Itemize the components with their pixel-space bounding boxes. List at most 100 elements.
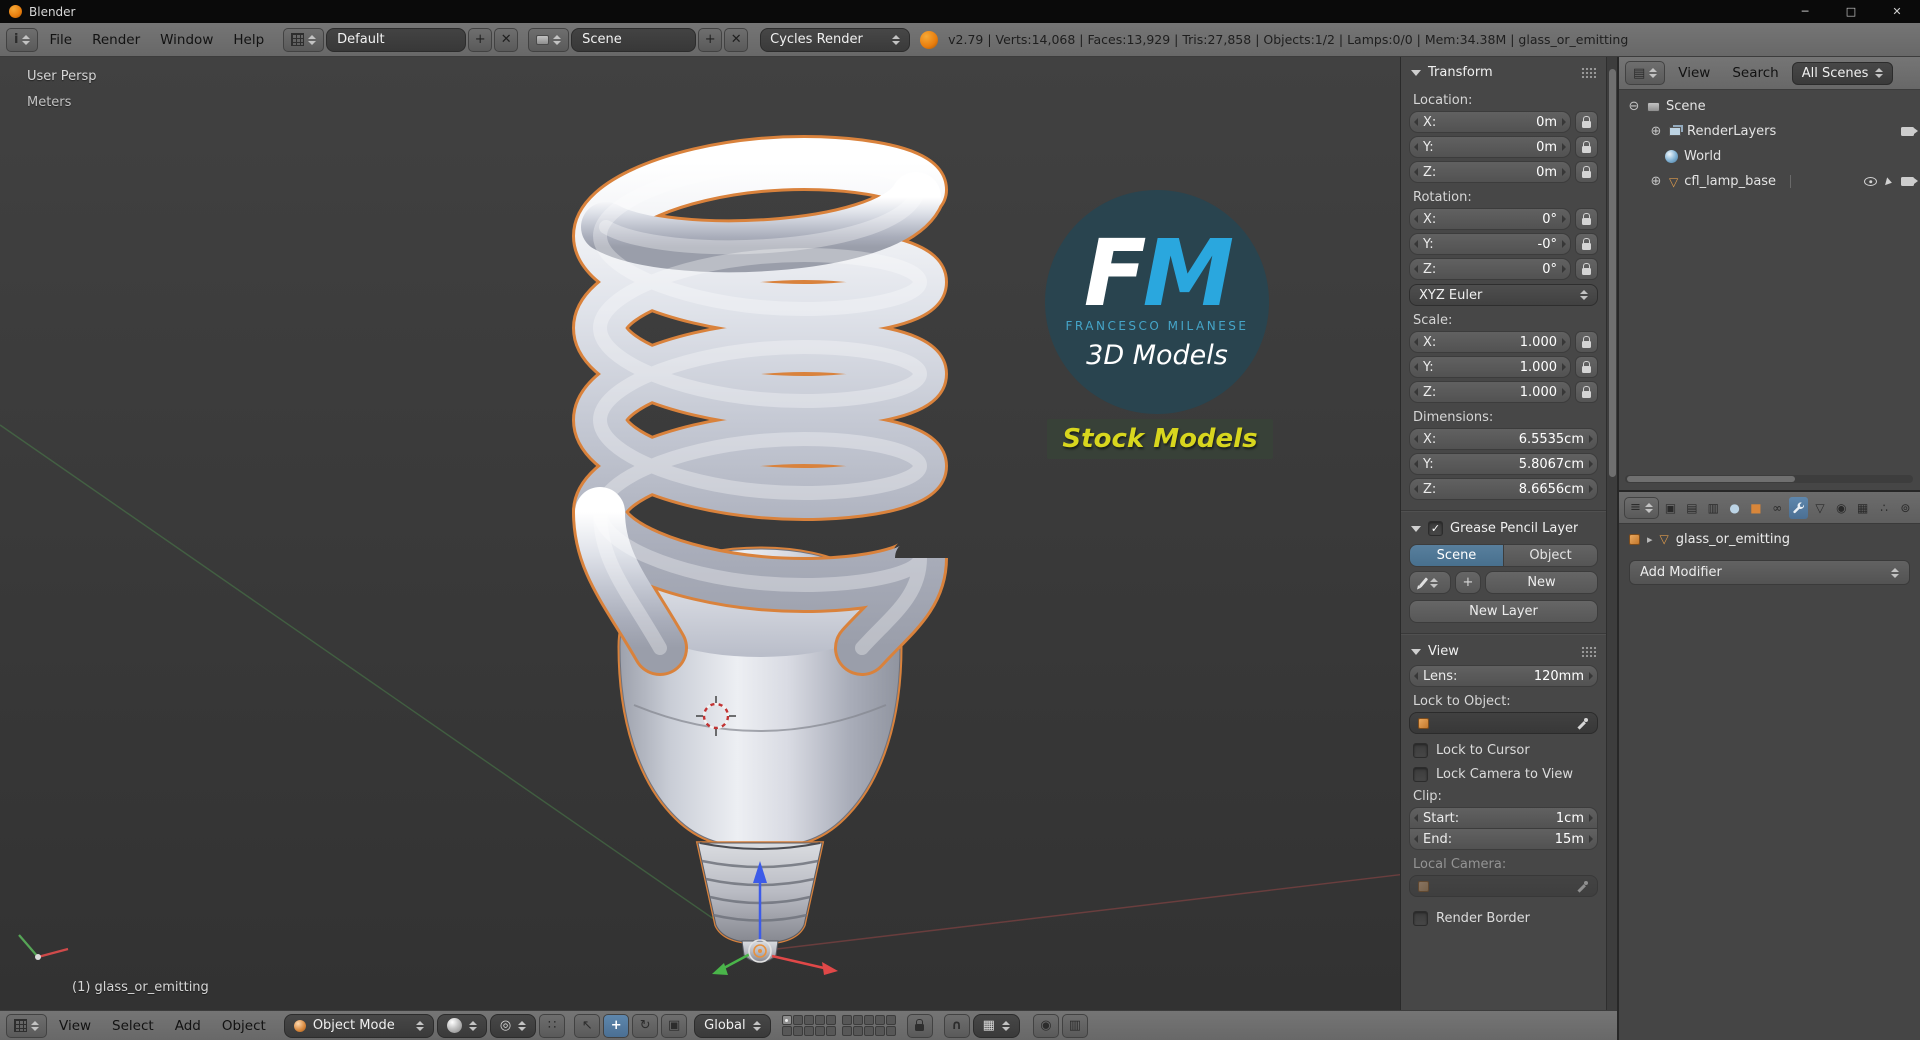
clip-end-field[interactable]: End: 15m xyxy=(1409,828,1598,850)
layer-button[interactable] xyxy=(885,1026,896,1036)
scale-manipulator-button[interactable]: ▣ xyxy=(661,1013,688,1038)
tab-object[interactable]: Object xyxy=(1504,544,1598,567)
menu-view[interactable]: View xyxy=(50,1018,100,1034)
screen-layout-name-field[interactable]: Default xyxy=(326,27,467,52)
layer-button[interactable] xyxy=(803,1026,814,1036)
panel-drag-handle[interactable] xyxy=(1581,646,1596,657)
scrollbar-thumb[interactable] xyxy=(1627,476,1795,482)
layer-button[interactable] xyxy=(863,1015,874,1025)
rotation-y-field[interactable]: Y: -0° xyxy=(1409,233,1571,255)
lock-location-y-button[interactable] xyxy=(1575,136,1598,158)
layer-button[interactable] xyxy=(852,1026,863,1036)
scrollbar-thumb[interactable] xyxy=(1609,69,1616,477)
rotation-x-field[interactable]: X: 0° xyxy=(1409,208,1571,230)
lock-to-object-field[interactable] xyxy=(1409,712,1598,734)
layer-button[interactable] xyxy=(825,1026,836,1036)
layer-group-2[interactable] xyxy=(841,1015,896,1036)
lock-scale-y-button[interactable] xyxy=(1575,356,1598,378)
scene-browse-button[interactable] xyxy=(528,27,570,52)
pivot-point-select[interactable]: ◎ xyxy=(489,1013,537,1038)
manipulator-toggle[interactable]: ↖ xyxy=(574,1013,601,1038)
scene-name-field[interactable]: Scene xyxy=(571,27,697,52)
layer-button[interactable] xyxy=(814,1026,825,1036)
location-x-field[interactable]: X: 0m xyxy=(1409,111,1571,133)
lock-rotation-x-button[interactable] xyxy=(1575,208,1598,230)
render-engine-select[interactable]: Cycles Render xyxy=(760,27,911,52)
menu-render[interactable]: Render xyxy=(83,32,149,48)
mode-select[interactable]: Object Mode xyxy=(283,1013,434,1038)
dimensions-x-field[interactable]: X: 6.5535cm xyxy=(1409,428,1598,450)
menu-add[interactable]: Add xyxy=(166,1018,210,1034)
collapse-icon[interactable]: ⊖ xyxy=(1627,99,1641,114)
local-camera-field[interactable] xyxy=(1409,875,1598,897)
render-border-checkbox[interactable] xyxy=(1413,911,1428,926)
view-panel-header[interactable]: View xyxy=(1401,636,1606,665)
add-scene-button[interactable]: + xyxy=(698,27,723,52)
scale-z-field[interactable]: Z: 1.000 xyxy=(1409,381,1571,403)
scale-y-field[interactable]: Y: 1.000 xyxy=(1409,356,1571,378)
screen-layout-browse-button[interactable] xyxy=(283,27,325,52)
tree-item-cfl-lamp-base[interactable]: ⊕ ▽ cfl_lamp_base xyxy=(1619,169,1920,194)
lock-scale-z-button[interactable] xyxy=(1575,381,1598,403)
tab-physics[interactable]: ⊚ xyxy=(1896,497,1915,519)
selectability-toggle-icon[interactable] xyxy=(1885,176,1893,187)
tab-constraints[interactable]: ∞ xyxy=(1768,497,1787,519)
layer-button[interactable] xyxy=(885,1015,896,1025)
unlink-layout-button[interactable]: ✕ xyxy=(494,27,519,52)
unlink-scene-button[interactable]: ✕ xyxy=(724,27,749,52)
tab-modifiers[interactable] xyxy=(1788,496,1809,519)
tab-particles[interactable]: ∴ xyxy=(1874,497,1893,519)
viewport-canvas[interactable] xyxy=(0,57,1618,1010)
viewport-shading-select[interactable] xyxy=(436,1013,487,1038)
transform-panel-header[interactable]: Transform xyxy=(1401,57,1606,86)
grease-pencil-panel-header[interactable]: Grease Pencil Layer xyxy=(1401,513,1606,542)
grease-pencil-brush-button[interactable] xyxy=(1409,571,1451,594)
snap-toggle-button[interactable]: ∩ xyxy=(943,1013,970,1038)
transform-orientation-select[interactable]: Global xyxy=(694,1013,771,1038)
dimensions-y-field[interactable]: Y: 5.8067cm xyxy=(1409,453,1598,475)
expand-icon[interactable]: ⊕ xyxy=(1649,124,1663,139)
visibility-toggle-icon[interactable] xyxy=(1864,177,1877,186)
info-editor-type-button[interactable]: i xyxy=(6,27,39,52)
menu-file[interactable]: File xyxy=(40,32,81,48)
minimize-button[interactable]: ─ xyxy=(1782,0,1828,23)
layer-button[interactable] xyxy=(863,1026,874,1036)
tab-scene[interactable]: Scene xyxy=(1409,544,1504,567)
layer-button[interactable] xyxy=(874,1015,885,1025)
outliner-menu-search[interactable]: Search xyxy=(1723,65,1787,81)
grease-pencil-checkbox[interactable] xyxy=(1428,521,1443,536)
location-z-field[interactable]: Z: 0m xyxy=(1409,161,1571,183)
lock-rotation-z-button[interactable] xyxy=(1575,258,1598,280)
grease-pencil-add-button[interactable]: + xyxy=(1455,571,1481,594)
menu-help[interactable]: Help xyxy=(224,32,273,48)
scale-x-field[interactable]: X: 1.000 xyxy=(1409,331,1571,353)
tree-item-scene[interactable]: ⊖ Scene xyxy=(1619,94,1920,119)
layer-button[interactable] xyxy=(841,1015,852,1025)
outliner-scrollbar[interactable] xyxy=(1625,475,1913,483)
outliner-display-filter-select[interactable]: All Scenes xyxy=(1791,61,1894,85)
lock-rotation-y-button[interactable] xyxy=(1575,233,1598,255)
add-modifier-button[interactable]: Add Modifier xyxy=(1629,560,1910,585)
lens-field[interactable]: Lens: 120mm xyxy=(1409,665,1598,687)
renderability-toggle-icon[interactable] xyxy=(1901,177,1918,186)
outliner-menu-view[interactable]: View xyxy=(1669,65,1719,81)
tab-object[interactable]: ■ xyxy=(1746,497,1765,519)
viewport-editor-type-button[interactable] xyxy=(6,1013,47,1038)
cfl-bulb-model[interactable] xyxy=(600,163,920,963)
expand-icon[interactable]: ⊕ xyxy=(1649,174,1663,189)
layer-button[interactable] xyxy=(803,1015,814,1025)
layer-button[interactable] xyxy=(874,1026,885,1036)
layer-button[interactable] xyxy=(814,1015,825,1025)
tab-object-data[interactable]: ▽ xyxy=(1810,497,1829,519)
lock-camera-checkbox[interactable] xyxy=(1413,767,1428,782)
tab-scene[interactable]: ▥ xyxy=(1704,497,1723,519)
panel-drag-handle[interactable] xyxy=(1581,67,1596,78)
rotate-manipulator-button[interactable]: ↻ xyxy=(632,1013,659,1038)
outliner-editor-type-button[interactable]: ▤ xyxy=(1625,61,1666,85)
rotation-mode-select[interactable]: XYZ Euler xyxy=(1409,284,1598,306)
lock-to-cursor-checkbox[interactable] xyxy=(1413,743,1428,758)
properties-editor-type-button[interactable]: ≡ xyxy=(1624,496,1659,519)
opengl-render-animation-button[interactable]: ▥ xyxy=(1061,1013,1088,1038)
dimensions-z-field[interactable]: Z: 8.6656cm xyxy=(1409,478,1598,500)
tab-render[interactable]: ▣ xyxy=(1661,497,1680,519)
